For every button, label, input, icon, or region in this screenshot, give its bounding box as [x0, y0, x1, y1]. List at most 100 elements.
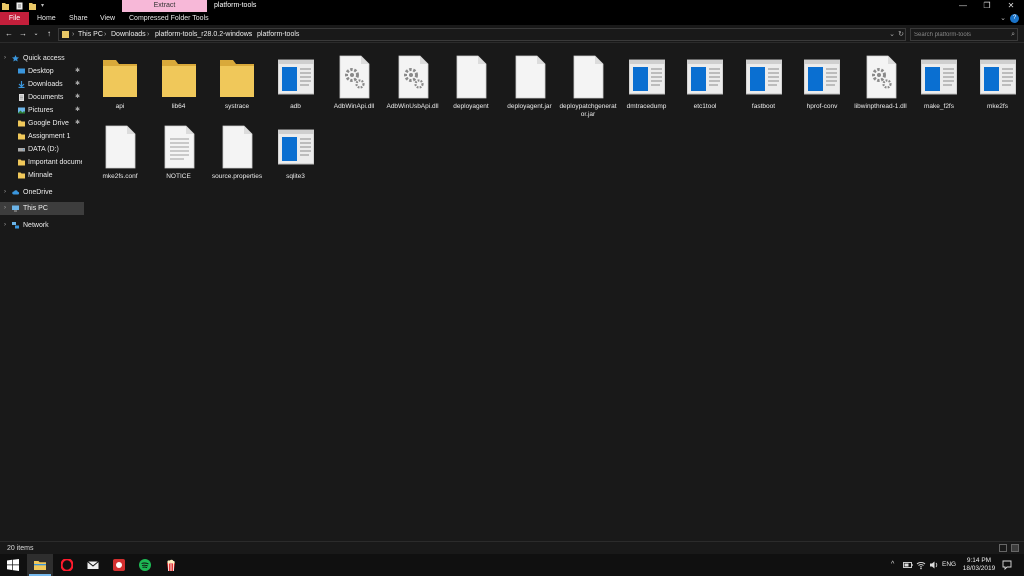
file-item[interactable]: fastboot	[735, 50, 793, 116]
help-icon[interactable]: ?	[1010, 14, 1019, 23]
application-icon	[628, 59, 665, 95]
file-item[interactable]: api	[91, 50, 149, 116]
breadcrumb-this-pc[interactable]: This PC	[78, 29, 103, 40]
sidebar-item-network[interactable]: › Network	[0, 219, 84, 232]
folder-icon	[220, 60, 254, 97]
tab-view[interactable]: View	[100, 12, 115, 25]
volume-icon[interactable]	[929, 560, 939, 570]
chevron-down-icon[interactable]: ⌄	[889, 29, 895, 40]
navigation-pane[interactable]: › Quick access Desktop ✱ Downloads ✱ Doc…	[0, 44, 84, 541]
file-list[interactable]: api lib64 systrace adb AdbWinApi.dll AdbWinUs…	[85, 44, 1024, 541]
wifi-icon[interactable]	[916, 560, 926, 570]
notifications-icon[interactable]	[1002, 560, 1012, 570]
sidebar-item-quick-access[interactable]: › Quick access	[0, 52, 84, 65]
file-item[interactable]: sqlite3	[267, 120, 325, 186]
file-item[interactable]: adb	[267, 50, 325, 116]
battery-icon[interactable]	[903, 560, 913, 570]
up-button[interactable]: ↑	[44, 28, 54, 40]
file-item[interactable]: make_f2fs	[910, 50, 968, 116]
taskbar-mail[interactable]	[80, 554, 106, 576]
sidebar-item-data-drive[interactable]: DATA (D:)	[0, 143, 84, 156]
sidebar-item-this-pc[interactable]: › This PC	[0, 202, 84, 215]
sidebar-item-minnale[interactable]: Minnale	[0, 169, 84, 182]
chevron-down-icon[interactable]: ⌄	[1000, 12, 1006, 25]
file-item[interactable]: mke2fs.conf	[91, 120, 149, 186]
pin-icon[interactable]: ✱	[75, 104, 80, 117]
chevron-right-icon[interactable]: ›	[4, 52, 6, 65]
properties-icon[interactable]	[16, 2, 23, 10]
close-button[interactable]: ✕	[1000, 0, 1022, 12]
clock-time[interactable]: 9:14 PM	[960, 557, 998, 565]
sidebar-item-label: OneDrive	[23, 189, 53, 196]
chevron-right-icon[interactable]: ›	[4, 219, 6, 232]
gear-file-icon	[398, 55, 428, 99]
large-icons-view-icon[interactable]	[1011, 544, 1019, 552]
sidebar-item-assignment-1[interactable]: Assignment 1	[0, 130, 84, 143]
file-item[interactable]: lib64	[150, 50, 208, 116]
breadcrumb-platform-tools-r28[interactable]: platform-tools_r28.0.2-windows	[155, 29, 252, 40]
file-tab[interactable]: File	[0, 12, 29, 25]
extract-context-tab[interactable]: Extract	[122, 0, 207, 12]
minimize-button[interactable]: —	[952, 0, 974, 12]
pin-icon[interactable]: ✱	[75, 78, 80, 91]
details-view-icon[interactable]	[999, 544, 1007, 552]
file-item[interactable]: dmtracedump	[618, 50, 676, 116]
file-item[interactable]: deployagent	[442, 50, 500, 116]
taskbar-opera[interactable]	[54, 554, 80, 576]
search-icon[interactable]: ⌕	[1011, 30, 1015, 39]
sidebar-item-pictures[interactable]: Pictures ✱	[0, 104, 84, 117]
blank-file-icon	[456, 55, 487, 99]
search-box[interactable]: ⌕	[910, 28, 1018, 41]
maximize-button[interactable]: ❐	[976, 0, 998, 12]
file-item[interactable]: libwinpthread-1.dll	[852, 50, 910, 116]
sidebar-item-onedrive[interactable]: › OneDrive	[0, 186, 84, 199]
taskbar-popcorn[interactable]	[158, 554, 184, 576]
sidebar-item-important-documents[interactable]: Important documents	[0, 156, 84, 169]
refresh-icon[interactable]: ↻	[898, 29, 904, 40]
pin-icon[interactable]: ✱	[75, 65, 80, 78]
pin-icon[interactable]: ✱	[75, 91, 80, 104]
breadcrumb-downloads[interactable]: Downloads	[111, 29, 146, 40]
sidebar-item-google-drive[interactable]: Google Drive ✱	[0, 117, 84, 130]
file-item[interactable]: AdbWinUsbApi.dll	[384, 50, 442, 116]
file-item[interactable]: hprof-conv	[793, 50, 851, 116]
address-box[interactable]: › This PC › Downloads › platform-tools_r…	[58, 28, 906, 41]
start-button[interactable]	[0, 554, 26, 576]
clock-date[interactable]: 18/03/2019	[958, 565, 1000, 573]
recent-locations-button[interactable]: ⌄	[31, 28, 41, 40]
blank-file-icon	[222, 125, 253, 169]
title-bar: ▾ Extract platform-tools — ❐ ✕	[0, 0, 1024, 12]
file-item[interactable]: NOTICE	[150, 120, 208, 186]
sidebar-item-documents[interactable]: Documents ✱	[0, 91, 84, 104]
pin-icon[interactable]: ✱	[75, 117, 80, 130]
chevron-right-icon[interactable]: ›	[4, 202, 6, 215]
tab-home[interactable]: Home	[37, 12, 56, 25]
tab-compressed-folder-tools[interactable]: Compressed Folder Tools	[129, 12, 209, 25]
download-arrow-icon	[18, 81, 25, 88]
input-language[interactable]: ENG	[942, 554, 956, 576]
sidebar-item-desktop[interactable]: Desktop ✱	[0, 65, 84, 78]
show-hidden-icons[interactable]: ^	[891, 559, 894, 571]
new-folder-icon[interactable]	[29, 2, 36, 10]
breadcrumb-platform-tools[interactable]: platform-tools	[257, 29, 299, 40]
taskbar-file-explorer[interactable]	[27, 554, 53, 576]
file-item[interactable]: source.properties	[208, 120, 266, 186]
file-item[interactable]: systrace	[208, 50, 266, 116]
taskbar-app[interactable]	[106, 554, 132, 576]
folder-icon	[161, 60, 196, 97]
file-item[interactable]: deployagent.jar	[501, 50, 559, 116]
folder-icon	[2, 3, 9, 10]
file-item[interactable]: deploypatchgenerator.jar	[559, 50, 617, 118]
chevron-right-icon[interactable]: ›	[4, 186, 6, 199]
sidebar-item-downloads[interactable]: Downloads ✱	[0, 78, 84, 91]
file-item[interactable]: mke2fs	[969, 50, 1024, 116]
forward-button[interactable]: →	[18, 28, 28, 40]
back-button[interactable]: ←	[4, 28, 14, 40]
file-name: api	[115, 103, 125, 110]
search-input[interactable]	[911, 29, 1007, 40]
tab-share[interactable]: Share	[69, 12, 88, 25]
quick-access-customize-icon[interactable]: ▾	[41, 0, 48, 9]
file-item[interactable]: AdbWinApi.dll	[325, 50, 383, 116]
taskbar-spotify[interactable]	[132, 554, 158, 576]
file-item[interactable]: etc1tool	[676, 50, 734, 116]
